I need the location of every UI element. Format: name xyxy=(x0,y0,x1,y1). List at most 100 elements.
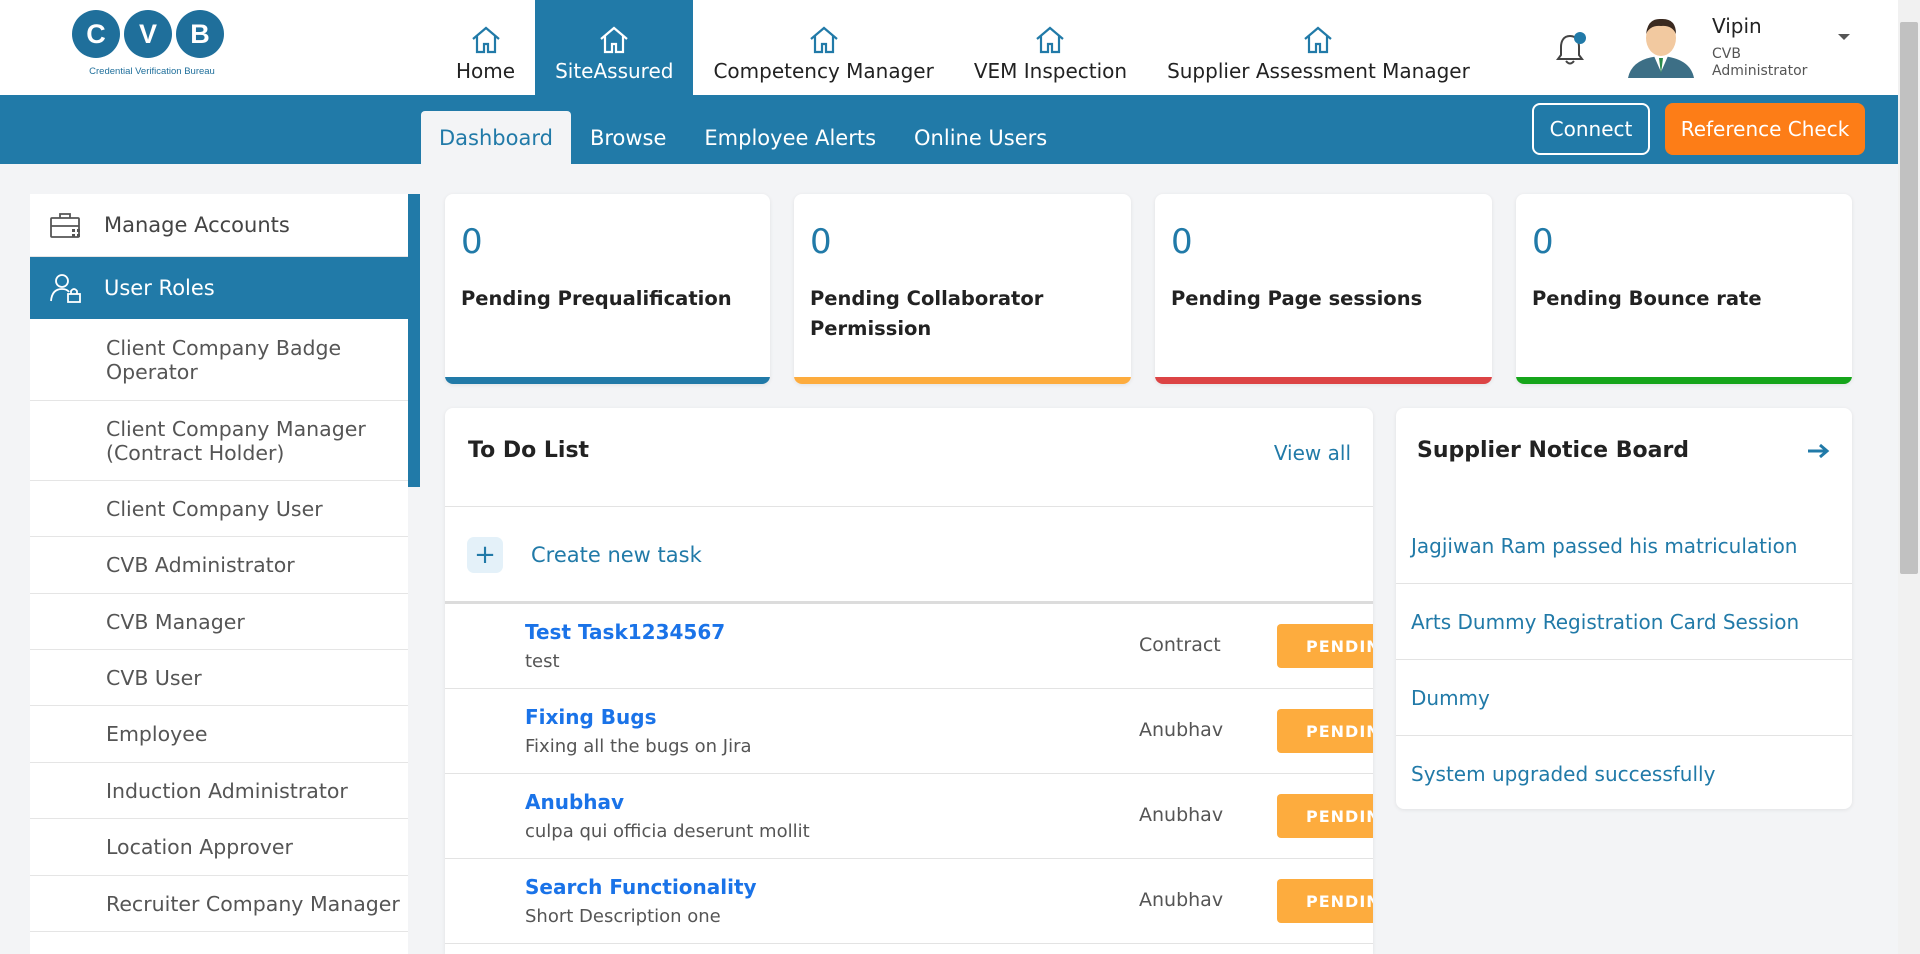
task-row[interactable]: Search Functionality Short Description o… xyxy=(445,859,1373,944)
todo-title: To Do List xyxy=(468,438,590,463)
notice-item[interactable]: Arts Dummy Registration Card Session xyxy=(1396,584,1852,660)
nav-item-home[interactable]: Home xyxy=(436,0,535,95)
create-task-link[interactable]: Create new task xyxy=(531,543,702,567)
nav-item-label: Supplier Assessment Manager xyxy=(1167,59,1470,83)
sidebar-item-manage-accounts[interactable]: Manage Accounts xyxy=(30,194,408,257)
briefcase-icon xyxy=(50,213,80,238)
sidebar-item-cvb-administrator[interactable]: CVB Administrator xyxy=(30,537,408,594)
supplier-notice-board: Supplier Notice Board Jagjiwan Ram passe… xyxy=(1396,408,1852,809)
sidebar-item-recruiter-company-manager[interactable]: Recruiter Company Manager xyxy=(30,876,408,932)
stat-accent-bar xyxy=(794,377,1131,384)
cvb-logo[interactable]: C V B Credential Verification Bureau xyxy=(72,10,232,82)
task-description: Short Description one xyxy=(525,906,721,927)
home-icon xyxy=(600,26,628,54)
stat-accent-bar xyxy=(1155,377,1492,384)
stat-value: 0 xyxy=(810,222,832,262)
connect-button[interactable]: Connect xyxy=(1532,103,1650,155)
logo-tagline: Credential Verification Bureau xyxy=(89,66,215,77)
stat-label: Pending Bounce rate xyxy=(1532,287,1762,310)
nav-item-siteassured[interactable]: SiteAssured xyxy=(535,0,694,95)
nav-item-label: Home xyxy=(456,59,516,83)
sub-nav-tabs: Dashboard Browse Employee Alerts Online … xyxy=(421,111,1066,164)
notice-item[interactable]: System upgraded successfully xyxy=(1396,736,1852,809)
status-badge[interactable]: PENDING xyxy=(1277,624,1373,668)
reference-check-button[interactable]: Reference Check xyxy=(1665,103,1865,155)
stat-card-pending-prequalification[interactable]: 0 Pending Prequalification xyxy=(445,194,770,384)
notice-item[interactable]: Jagjiwan Ram passed his matriculation xyxy=(1396,508,1852,584)
task-title[interactable]: Anubhav xyxy=(525,790,624,814)
sidebar-item-client-company-badge-operator[interactable]: Client Company Badge Operator xyxy=(30,319,408,401)
todo-panel: To Do List View all + Create new task Te… xyxy=(445,408,1373,954)
user-lock-icon xyxy=(50,274,81,303)
status-badge[interactable]: PENDING xyxy=(1277,879,1373,923)
nav-item-supplier-assessment-manager[interactable]: Supplier Assessment Manager xyxy=(1147,0,1490,95)
task-description: test xyxy=(525,651,560,672)
status-badge[interactable]: PENDING xyxy=(1277,794,1373,838)
home-icon xyxy=(471,26,500,54)
tab-browse[interactable]: Browse xyxy=(571,111,685,164)
stat-card-pending-page-sessions[interactable]: 0 Pending Page sessions xyxy=(1155,194,1492,384)
stat-value: 0 xyxy=(1171,222,1193,262)
sidebar-item-label: Manage Accounts xyxy=(104,213,290,237)
sidebar-item-client-company-user[interactable]: Client Company User xyxy=(30,481,408,537)
nav-item-competency-manager[interactable]: Competency Manager xyxy=(693,0,953,95)
home-icon xyxy=(1304,26,1333,54)
sidebar-item-client-company-manager[interactable]: Client Company Manager (Contract Holder) xyxy=(30,401,408,481)
plus-icon[interactable]: + xyxy=(467,537,503,573)
stat-label: Pending Page sessions xyxy=(1171,287,1423,310)
logo-letter: B xyxy=(176,10,224,58)
bell-icon[interactable] xyxy=(1550,30,1590,70)
top-nav: Home SiteAssured Competency Manager VEM … xyxy=(436,0,1490,95)
task-title[interactable]: Fixing Bugs xyxy=(525,705,657,729)
task-owner: Contract xyxy=(1139,634,1221,656)
task-owner: Anubhav xyxy=(1139,719,1224,741)
sidebar-item-user-roles[interactable]: User Roles xyxy=(30,257,408,319)
arrow-right-icon[interactable] xyxy=(1806,440,1832,462)
task-row[interactable]: Test Task1234567 test Contract PENDING xyxy=(445,604,1373,689)
task-owner: Anubhav xyxy=(1139,804,1224,826)
stat-label: Pending Prequalification xyxy=(461,287,732,310)
task-description: culpa qui officia deserunt mollit xyxy=(525,821,810,842)
stat-value: 0 xyxy=(1532,222,1554,262)
home-icon xyxy=(809,26,838,54)
notice-board-title: Supplier Notice Board xyxy=(1417,438,1690,463)
stat-accent-bar xyxy=(1516,377,1852,384)
task-row[interactable]: Anubhav culpa qui officia deserunt molli… xyxy=(445,774,1373,859)
tab-online-users[interactable]: Online Users xyxy=(895,111,1066,164)
sidebar-scrollbar[interactable] xyxy=(408,194,420,487)
chevron-down-icon[interactable] xyxy=(1836,32,1852,42)
sidebar-item-employee[interactable]: Employee xyxy=(30,706,408,763)
task-description: Fixing all the bugs on Jira xyxy=(525,736,752,757)
sidebar-item-cvb-manager[interactable]: CVB Manager xyxy=(30,594,408,650)
sub-nav-bar: Dashboard Browse Employee Alerts Online … xyxy=(0,95,1898,164)
stat-accent-bar xyxy=(445,377,770,384)
stat-label: Pending Collaborator Permission xyxy=(810,287,1044,340)
status-badge[interactable]: PENDING xyxy=(1277,709,1373,753)
divider xyxy=(445,506,1373,507)
notice-item[interactable]: Dummy xyxy=(1396,660,1852,736)
nav-item-label: Competency Manager xyxy=(713,59,934,83)
nav-item-vem-inspection[interactable]: VEM Inspection xyxy=(954,0,1147,95)
sidebar-item-label: User Roles xyxy=(104,276,215,300)
stat-card-pending-bounce-rate[interactable]: 0 Pending Bounce rate xyxy=(1516,194,1852,384)
tab-dashboard[interactable]: Dashboard xyxy=(421,111,571,164)
sidebar-item-location-approver[interactable]: Location Approver xyxy=(30,819,408,876)
nav-item-label: SiteAssured xyxy=(555,59,674,83)
task-owner: Anubhav xyxy=(1139,889,1224,911)
sidebar: Manage Accounts User Roles Client Compan… xyxy=(30,194,408,954)
top-header: C V B Credential Verification Bureau Hom… xyxy=(0,0,1898,95)
task-title[interactable]: Test Task1234567 xyxy=(525,620,725,644)
avatar[interactable] xyxy=(1624,12,1698,78)
stat-value: 0 xyxy=(461,222,483,262)
page-scrollbar-thumb[interactable] xyxy=(1900,22,1918,574)
stat-card-pending-collaborator-permission[interactable]: 0 Pending Collaborator Permission xyxy=(794,194,1131,384)
sidebar-item-cvb-user[interactable]: CVB User xyxy=(30,650,408,706)
view-all-link[interactable]: View all xyxy=(1274,441,1351,465)
user-role: CVB Administrator xyxy=(1712,46,1808,79)
user-name[interactable]: Vipin xyxy=(1712,14,1762,38)
task-title[interactable]: Search Functionality xyxy=(525,875,757,899)
tab-employee-alerts[interactable]: Employee Alerts xyxy=(685,111,895,164)
task-row[interactable]: Fixing Bugs Fixing all the bugs on Jira … xyxy=(445,689,1373,774)
sidebar-item-induction-administrator[interactable]: Induction Administrator xyxy=(30,763,408,819)
home-icon xyxy=(1036,26,1065,54)
